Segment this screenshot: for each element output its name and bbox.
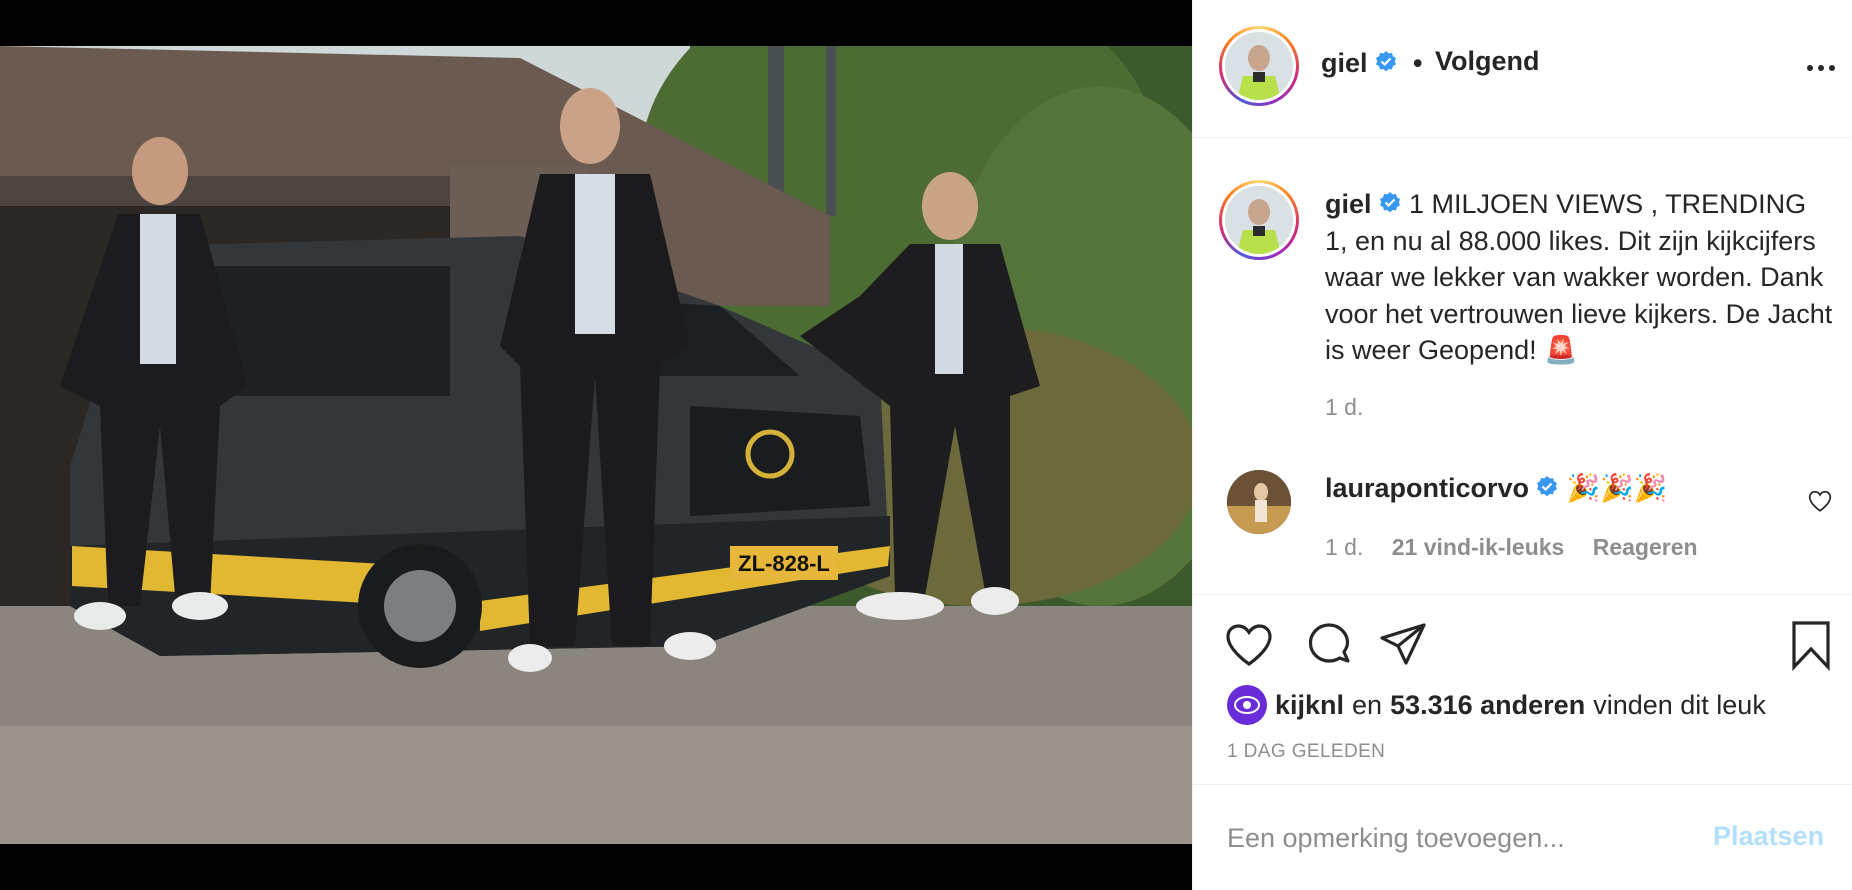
comment-timestamp[interactable]: 1 d. bbox=[1325, 534, 1363, 560]
following-button[interactable]: Volgend bbox=[1435, 46, 1540, 77]
post-photo-illustration: ZL-828-L bbox=[0, 46, 1192, 844]
license-plate-text: ZL-828-L bbox=[738, 551, 830, 576]
post-actions: kijknl en 53.316 anderen vinden dit leuk… bbox=[1193, 594, 1852, 784]
comment-bubble-icon[interactable] bbox=[1303, 619, 1355, 671]
post-comment-button[interactable]: Plaatsen bbox=[1713, 821, 1824, 852]
kijk-logo-icon bbox=[1234, 696, 1260, 714]
save-bookmark-icon[interactable] bbox=[1785, 619, 1837, 671]
verified-badge-icon bbox=[1537, 475, 1558, 497]
likes-summary: kijknl en 53.316 anderen vinden dit leuk bbox=[1227, 683, 1774, 727]
likes-connector: en bbox=[1352, 689, 1383, 720]
post-photo[interactable]: ZL-828-L bbox=[0, 46, 1192, 844]
comment-text: 🎉🎉🎉 bbox=[1566, 473, 1668, 503]
verified-badge-icon bbox=[1375, 50, 1396, 72]
more-options-icon[interactable] bbox=[1805, 56, 1837, 76]
post-date[interactable]: 1 DAG GELEDEN bbox=[1227, 741, 1385, 763]
likes-others-count[interactable]: 53.316 anderen bbox=[1390, 690, 1585, 721]
caption-text-block: giel 1 MILJOEN VIEWS , TRENDING 1, en nu… bbox=[1325, 186, 1835, 369]
liker-username[interactable]: kijknl bbox=[1275, 690, 1344, 721]
add-comment-bar: Plaatsen bbox=[1193, 784, 1852, 890]
comment-meta: 1 d. 21 vind-ik-leuks Reageren bbox=[1325, 534, 1720, 561]
caption-avatar[interactable] bbox=[1219, 180, 1299, 260]
verified-badge-icon bbox=[1379, 191, 1400, 213]
author-avatar-image bbox=[1225, 32, 1293, 100]
post-header: giel • Volgend bbox=[1193, 0, 1852, 138]
share-direct-icon[interactable] bbox=[1377, 619, 1429, 671]
author-username[interactable]: giel bbox=[1321, 48, 1398, 79]
comment-input[interactable] bbox=[1225, 813, 1679, 863]
comment-likes-count[interactable]: 21 vind-ik-leuks bbox=[1392, 534, 1565, 560]
caption-timestamp[interactable]: 1 d. bbox=[1325, 394, 1363, 421]
like-heart-icon[interactable] bbox=[1223, 619, 1275, 671]
caption-avatar-image bbox=[1225, 186, 1293, 254]
likes-suffix: vinden dit leuk bbox=[1593, 689, 1766, 720]
caption-text: 1 MILJOEN VIEWS , TRENDING 1, en nu al 8… bbox=[1325, 189, 1833, 365]
author-avatar[interactable] bbox=[1219, 26, 1299, 106]
commenter-avatar-image bbox=[1227, 470, 1291, 534]
commenter-avatar[interactable] bbox=[1227, 470, 1291, 534]
instagram-post-view: ZL-828-L giel • Volgend giel 1 MILJOEN V… bbox=[0, 0, 1852, 890]
comment-like-heart-icon[interactable] bbox=[1807, 488, 1833, 514]
commenter-username[interactable]: lauraponticorvo bbox=[1325, 473, 1529, 503]
post-side-panel: giel • Volgend giel 1 MILJOEN VIEWS , TR… bbox=[1192, 0, 1852, 890]
comment-text-line: lauraponticorvo 🎉🎉🎉 bbox=[1325, 472, 1667, 504]
comment-reply-button[interactable]: Reageren bbox=[1593, 534, 1698, 560]
author-username-text[interactable]: giel bbox=[1321, 48, 1368, 78]
post-media[interactable]: ZL-828-L bbox=[0, 0, 1192, 890]
header-separator: • bbox=[1413, 48, 1423, 78]
liker-avatar[interactable] bbox=[1227, 685, 1267, 725]
comment-item: lauraponticorvo 🎉🎉🎉 1 d. 21 vind-ik-leuk… bbox=[1193, 460, 1852, 580]
caption-username[interactable]: giel bbox=[1325, 189, 1372, 219]
